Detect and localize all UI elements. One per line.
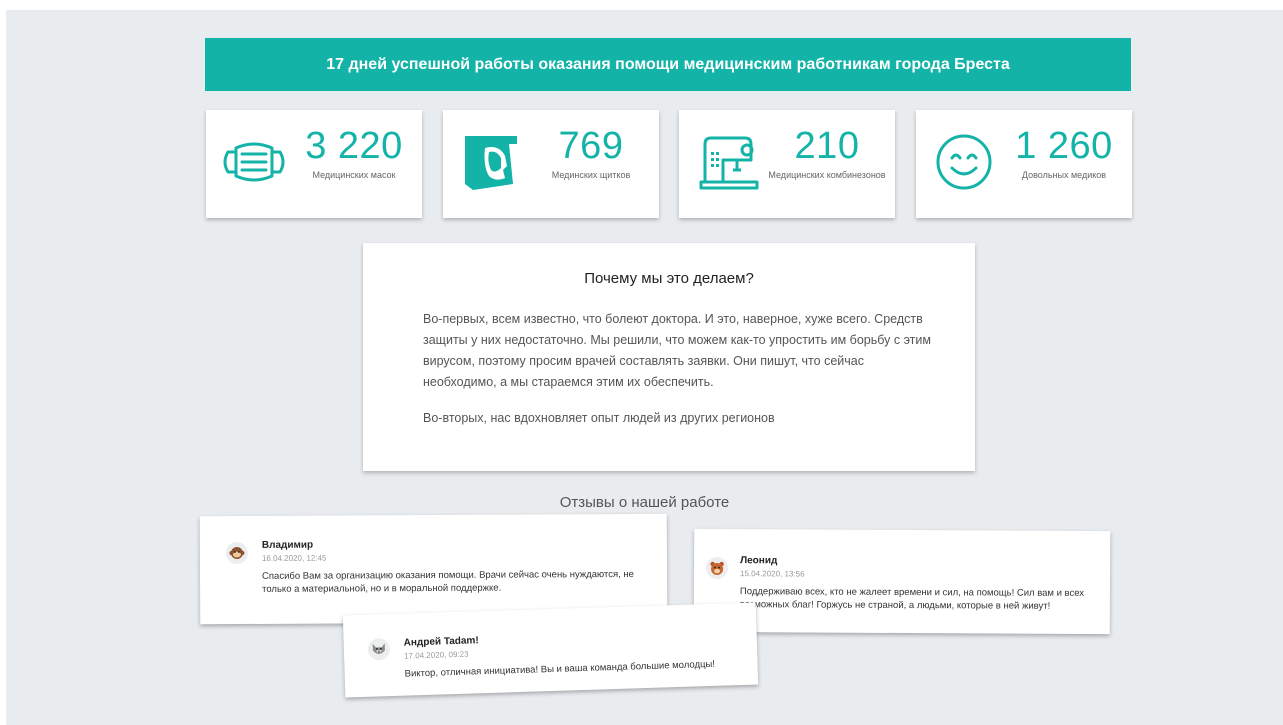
smiley-icon — [936, 134, 992, 190]
review-date: 17.04.2020, 09:23 — [403, 649, 469, 661]
stat-card-happy-medics: 1 260 Довольных медиков — [916, 110, 1132, 218]
reviews-title: Отзывы о нашей работе — [559, 494, 730, 511]
stat-label: Мединских щитков — [551, 170, 631, 180]
header-banner: 17 дней успешной работы оказания помощи … — [205, 38, 1131, 91]
review-card-andrey: Андрей Tadam! 17.04.2020, 09:23 Виктор, … — [342, 602, 759, 698]
why-paragraph-1: Во-первых, всем известно, что болеют док… — [423, 312, 931, 389]
review-author: Леонид — [740, 555, 778, 567]
bear-icon — [706, 556, 729, 580]
review-card-leonid: Леонид 15.04.2020, 13:56 Поддерживаю все… — [693, 528, 1111, 635]
stat-value: 769 — [558, 125, 624, 167]
review-author: Андрей Tadam! — [403, 635, 479, 649]
stat-value: 3 220 — [305, 125, 403, 167]
stat-card-shields: 769 Мединских щитков — [443, 110, 659, 218]
wolf-icon — [367, 638, 391, 661]
why-card: Почему мы это делаем? Во-первых, всем из… — [363, 243, 975, 471]
page-background: 17 дней успешной работы оказания помощи … — [6, 10, 1283, 725]
monkey-icon — [225, 541, 248, 565]
review-author: Владимир — [261, 539, 314, 551]
review-text: Поддерживаю всех, кто не жалеет времени … — [739, 586, 1085, 612]
stat-label: Медицинских масок — [312, 170, 396, 180]
stat-value: 1 260 — [1015, 125, 1113, 167]
stat-label: Довольных медиков — [1021, 170, 1107, 180]
review-date: 15.04.2020, 13:56 — [740, 569, 805, 579]
review-text: Спасибо Вам за организацию оказания помо… — [262, 568, 634, 595]
banner-text: 17 дней успешной работы оказания помощи … — [326, 55, 1010, 73]
review-date: 16.04.2020, 12:45 — [261, 553, 327, 563]
why-paragraph-2: Во-вторых, нас вдохновляет опыт людей из… — [423, 411, 775, 425]
stat-card-coveralls: 210 Медицинских комбинезонов — [679, 110, 895, 218]
stat-value: 210 — [794, 125, 860, 167]
why-title: Почему мы это делаем? — [584, 270, 754, 287]
stat-card-masks: 3 220 Медицинских масок — [206, 110, 422, 218]
sewing-machine-icon — [699, 136, 759, 190]
mask-icon — [223, 142, 285, 182]
stat-label: Медицинских комбинезонов — [768, 170, 886, 180]
face-shield-icon — [465, 136, 517, 190]
review-text: Виктор, отличная инициатива! Вы и ваша к… — [404, 658, 716, 680]
